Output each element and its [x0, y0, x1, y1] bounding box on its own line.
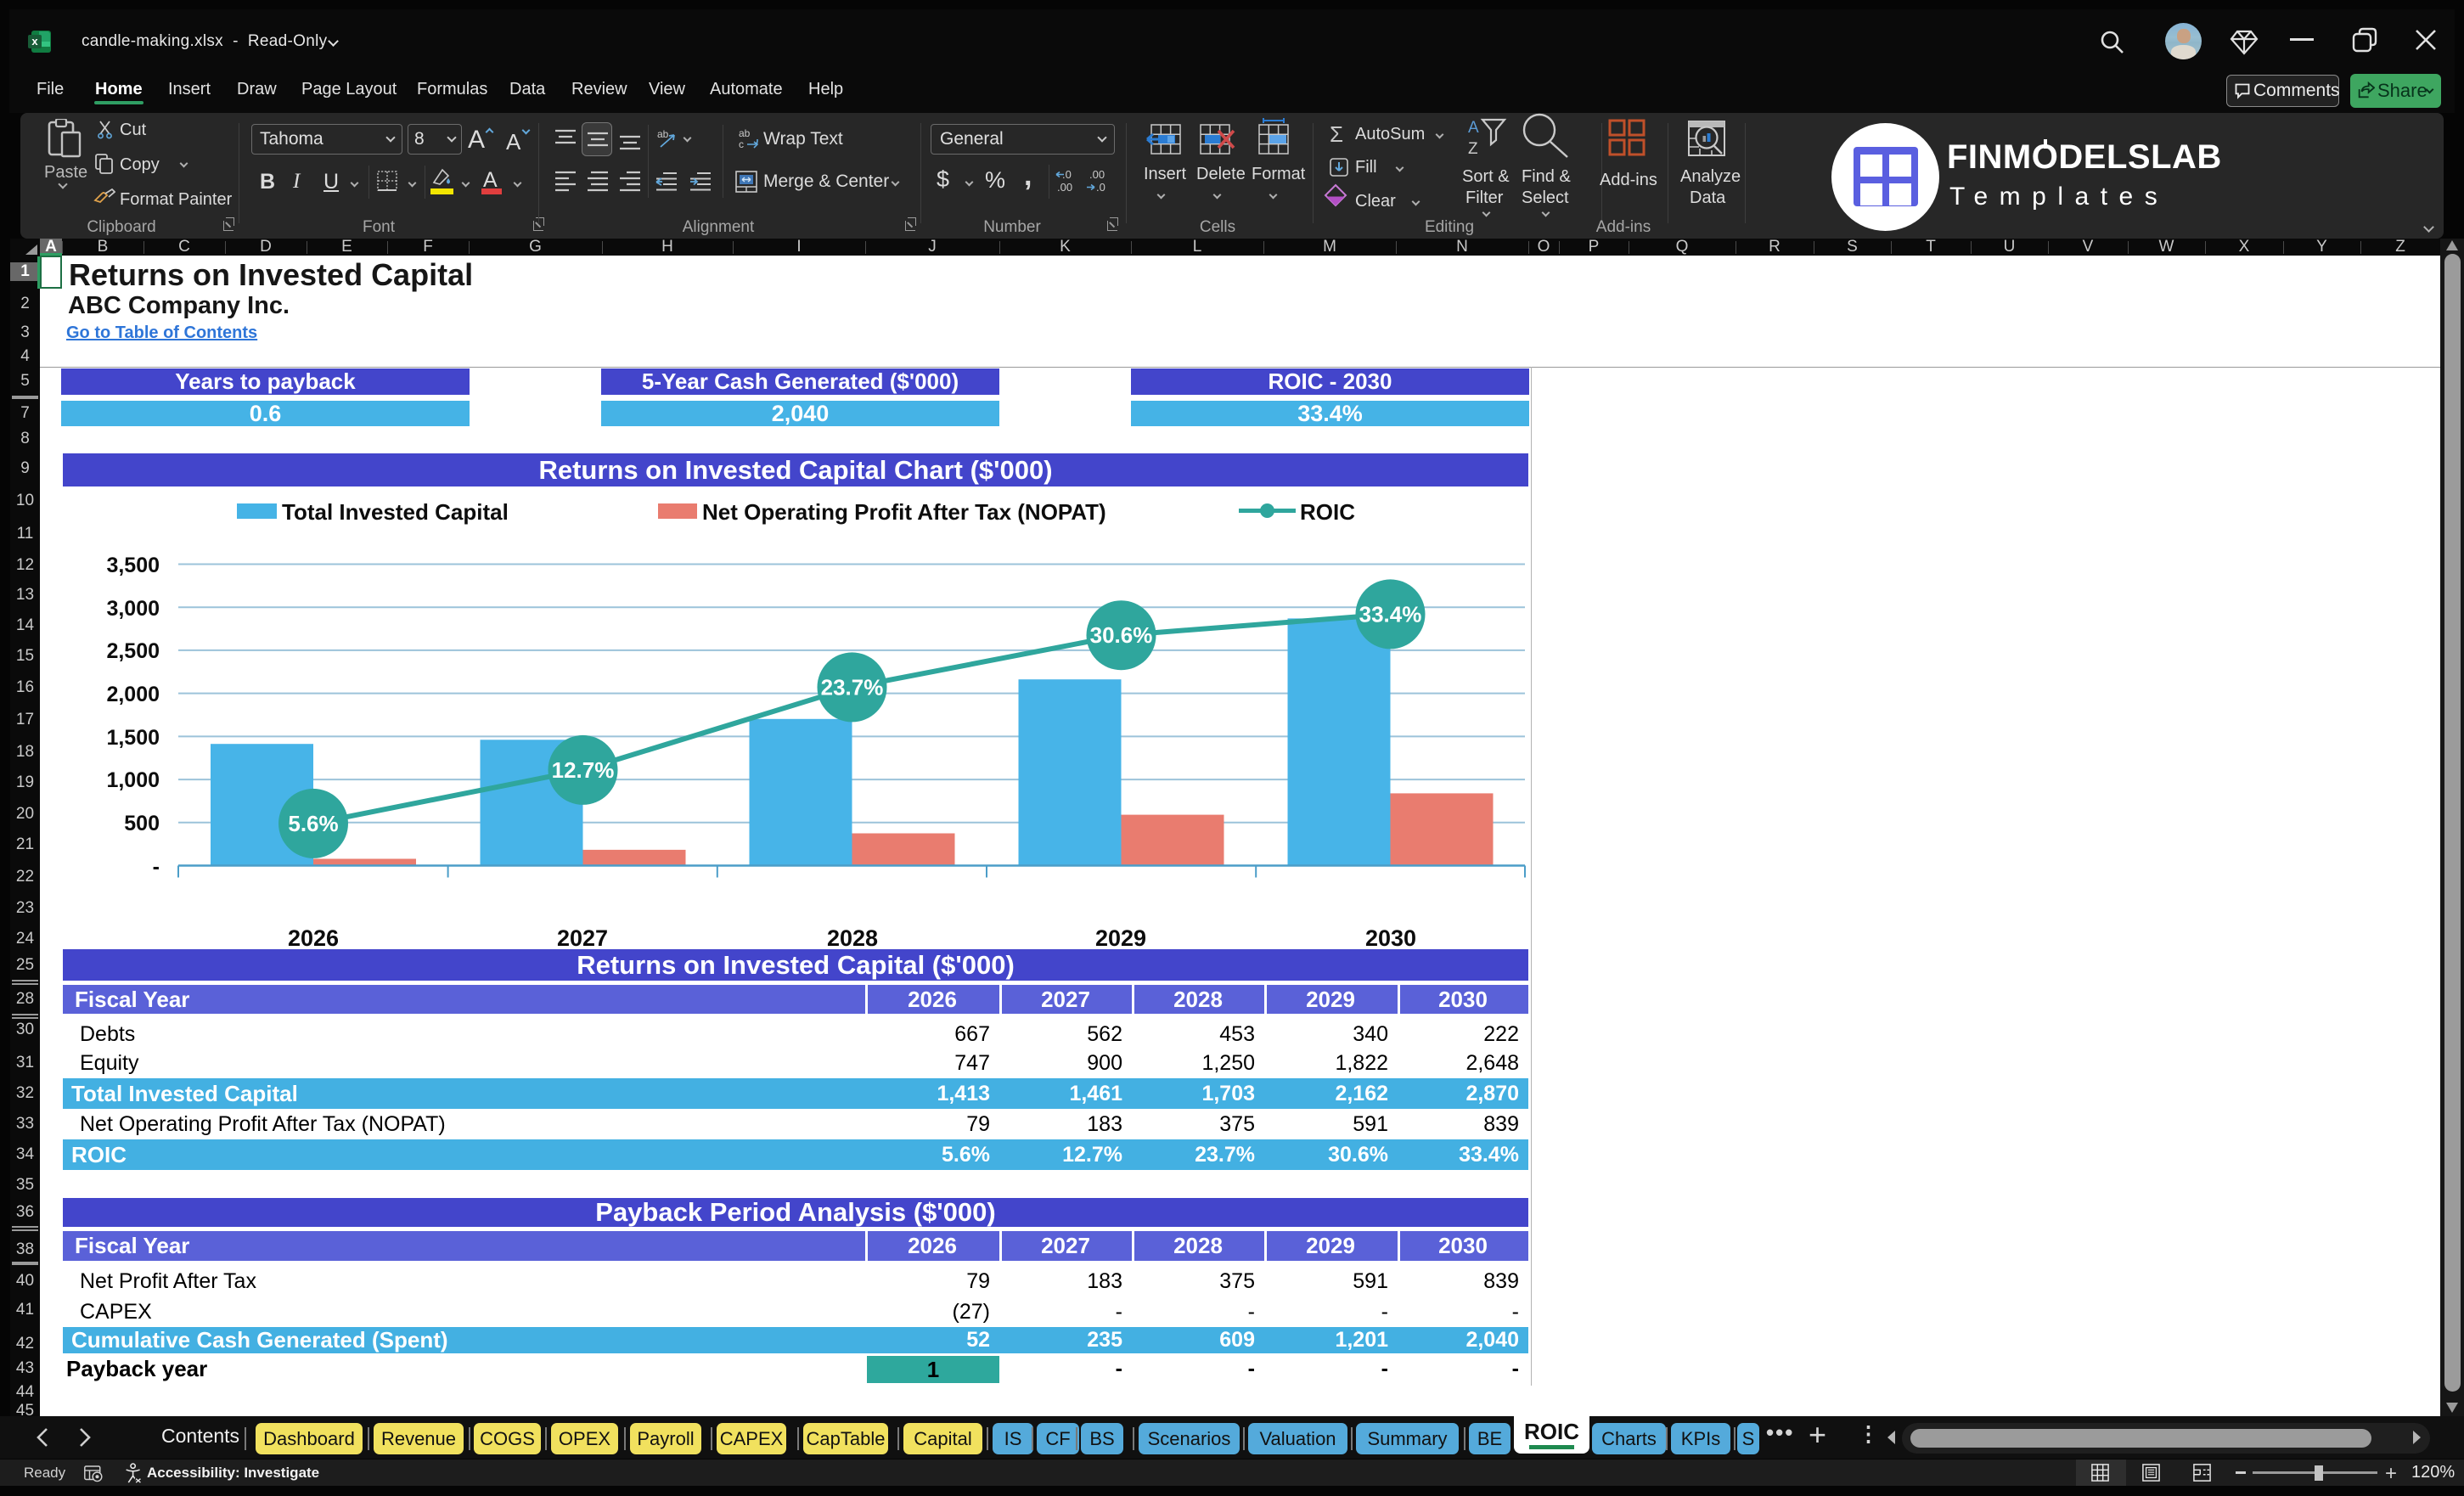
svg-text:33.4%: 33.4% — [1359, 601, 1422, 627]
svg-text:.00: .00 — [1057, 181, 1072, 193]
svg-text:12.7%: 12.7% — [552, 757, 615, 783]
svg-text:5.6%: 5.6% — [288, 811, 338, 836]
svg-text:ab: ab — [657, 128, 669, 140]
svg-text:.00: .00 — [1089, 169, 1105, 181]
svg-text:A: A — [1468, 119, 1479, 137]
svg-text:Z: Z — [1468, 140, 1478, 158]
svg-text:ab: ab — [739, 127, 751, 139]
svg-text:.0: .0 — [1096, 181, 1105, 193]
svg-text:c: c — [739, 138, 744, 150]
svg-text:30.6%: 30.6% — [1090, 622, 1153, 648]
svg-text:23.7%: 23.7% — [821, 674, 884, 700]
